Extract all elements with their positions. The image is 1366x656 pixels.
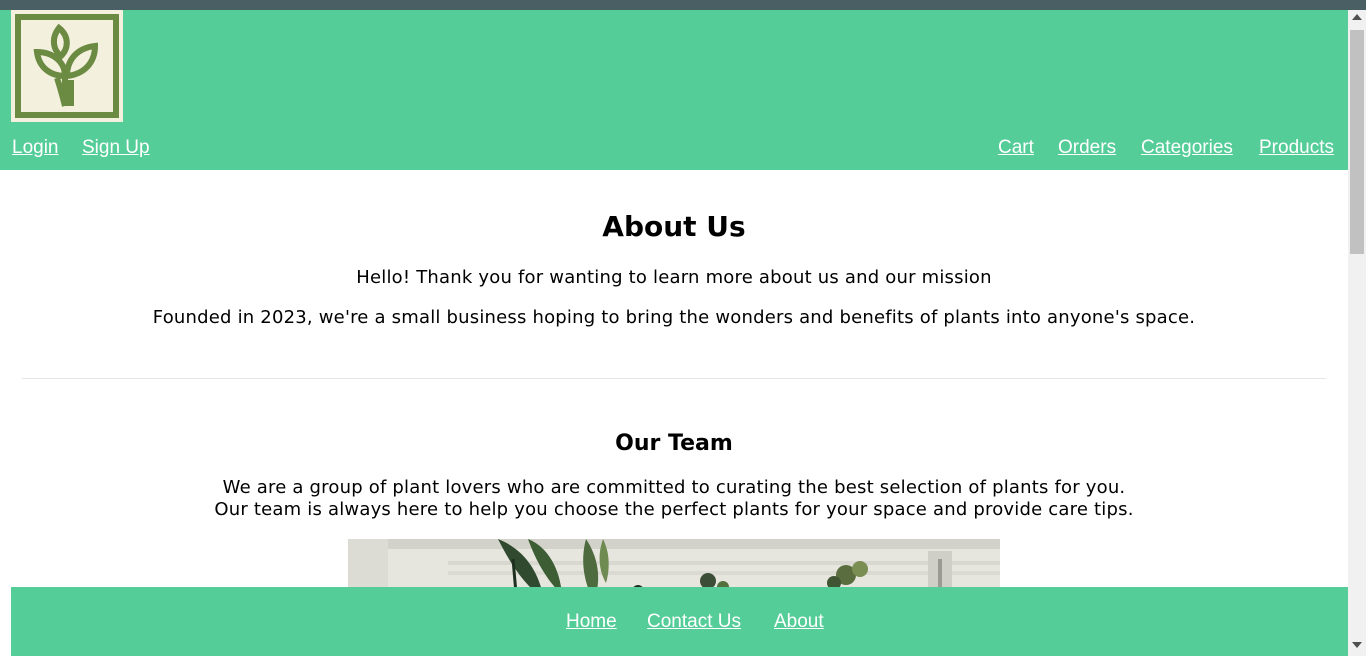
scroll-thumb[interactable] [1350, 30, 1364, 254]
team-heading: Our Team [615, 431, 733, 456]
team-text-line-1: We are a group of plant lovers who are c… [222, 477, 1126, 498]
contact-us-link[interactable]: Contact Us [647, 611, 741, 633]
about-heading: About Us [602, 210, 746, 243]
products-link[interactable]: Products [1259, 137, 1334, 159]
signup-link[interactable]: Sign Up [82, 137, 150, 159]
browser-top-strip [0, 0, 1366, 10]
about-founded-text: Founded in 2023, we're a small business … [152, 307, 1196, 328]
site-header: Login Sign Up Cart Orders Categories Pro… [0, 10, 1348, 170]
categories-link[interactable]: Categories [1141, 137, 1233, 159]
site-footer: Home Contact Us About [11, 587, 1348, 656]
page-scrollbar[interactable] [1348, 10, 1366, 656]
section-divider [22, 378, 1326, 379]
scroll-down-arrow-icon[interactable] [1352, 642, 1362, 648]
about-intro-text: Hello! Thank you for wanting to learn mo… [356, 267, 992, 288]
home-link[interactable]: Home [566, 611, 617, 633]
login-link[interactable]: Login [12, 137, 59, 159]
logo[interactable] [11, 10, 123, 122]
scroll-up-arrow-icon[interactable] [1352, 14, 1362, 20]
main-content: About Us Hello! Thank you for wanting to… [0, 170, 1348, 656]
cart-link[interactable]: Cart [998, 137, 1034, 159]
about-link[interactable]: About [774, 611, 824, 633]
team-text-line-2: Our team is always here to help you choo… [214, 499, 1134, 520]
orders-link[interactable]: Orders [1058, 137, 1116, 159]
sprout-leaf-logo-icon [15, 14, 119, 118]
